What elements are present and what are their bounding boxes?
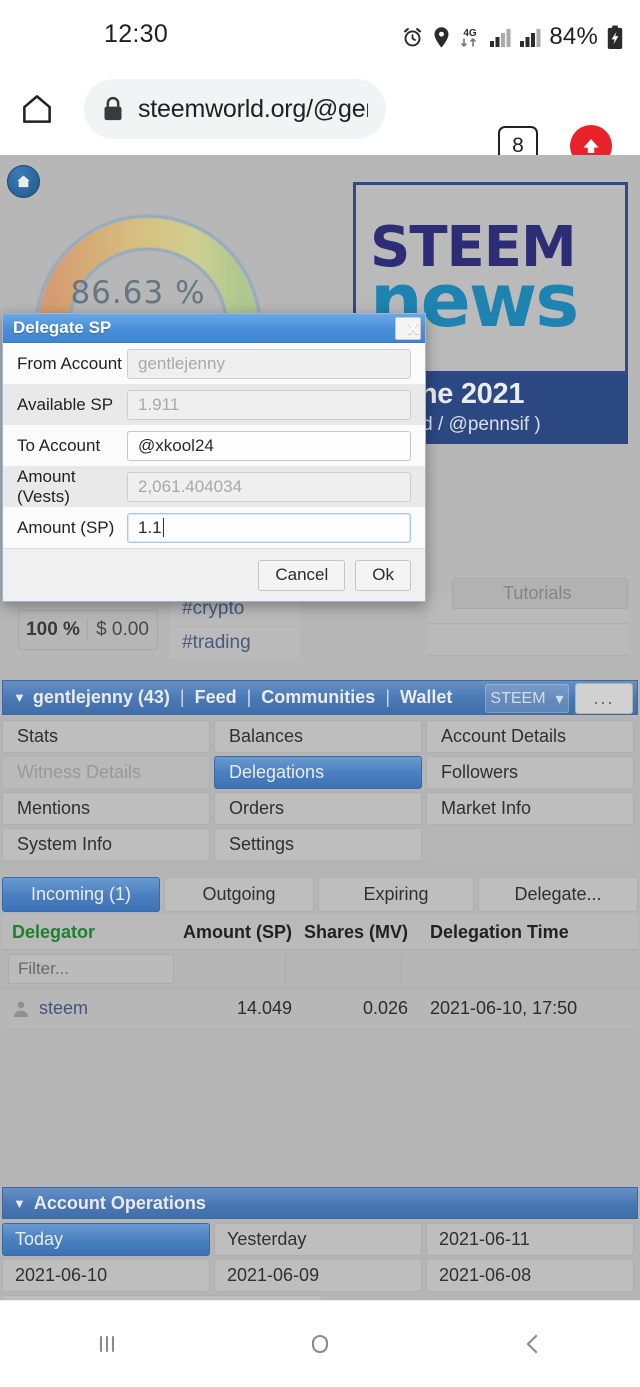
url-text: steemworld.org/@gentle xyxy=(138,94,368,123)
dialog-footer: Cancel Ok xyxy=(3,548,425,601)
battery-charging-icon xyxy=(607,24,623,49)
network-4g-icon: 4G xyxy=(461,28,478,47)
recents-icon[interactable] xyxy=(0,1329,213,1359)
dialog-row-available-sp: Available SP 1.911 xyxy=(3,384,425,425)
dialog-input-available-sp: 1.911 xyxy=(127,389,411,420)
dialog-input-amount-vests: 2,061.404034 xyxy=(127,471,411,502)
status-icons: 4G 84% xyxy=(401,22,624,52)
dialog-input-amount-sp[interactable]: 1.1 xyxy=(127,512,411,543)
alarm-icon xyxy=(404,27,422,46)
dialog-label: Available SP xyxy=(17,394,114,414)
dialog-label: Amount (SP) xyxy=(17,517,115,537)
lock-icon xyxy=(102,96,124,122)
dialog-input-value: gentlejenny xyxy=(138,353,225,373)
dialog-input-value: @xkool24 xyxy=(138,435,214,455)
android-status-bar: 12:30 4G 84% xyxy=(0,0,640,62)
web-page-viewport: 86.63 % STEEM news 1 June 2021 romoted /… xyxy=(0,155,640,1300)
dialog-input-value: 2,061.404034 xyxy=(138,476,242,496)
browser-toolbar: steemworld.org/@gentle 8 xyxy=(0,62,640,167)
ok-button[interactable]: Ok xyxy=(355,559,411,591)
close-icon[interactable]: X xyxy=(395,317,421,340)
dialog-input-to-account[interactable]: @xkool24 xyxy=(127,430,411,461)
back-chevron-icon[interactable] xyxy=(427,1329,640,1359)
dialog-label: From Account xyxy=(17,353,122,373)
dialog-row-amount-vests: Amount (Vests) 2,061.404034 xyxy=(3,466,425,507)
dialog-title-bar: Delegate SP X xyxy=(3,314,425,343)
dialog-row-to-account: To Account @xkool24 xyxy=(3,425,425,466)
close-label: X xyxy=(407,318,419,338)
dialog-row-amount-sp: Amount (SP) 1.1 xyxy=(3,507,425,548)
signal-bars-icon xyxy=(520,29,541,47)
text-cursor xyxy=(162,518,164,537)
svg-text:4G: 4G xyxy=(464,28,478,39)
dialog-label: Amount (Vests) xyxy=(17,466,76,506)
battery-percent: 84% xyxy=(549,23,598,50)
home-circle-icon[interactable] xyxy=(213,1329,426,1359)
dialog-title: Delegate SP xyxy=(13,318,112,337)
ok-label: Ok xyxy=(372,565,394,584)
status-clock: 12:30 xyxy=(104,20,169,48)
home-icon[interactable] xyxy=(14,86,60,132)
delegate-sp-dialog: Delegate SP X From Account gentlejenny Ava… xyxy=(2,313,426,602)
dialog-input-value: 1.1 xyxy=(138,517,162,537)
cancel-label: Cancel xyxy=(275,565,329,584)
cancel-button[interactable]: Cancel xyxy=(258,559,346,591)
dialog-row-from-account: From Account gentlejenny xyxy=(3,343,425,384)
android-nav-bar xyxy=(0,1300,640,1387)
dialog-form: From Account gentlejenny Available SP 1.911… xyxy=(3,343,425,548)
url-bar[interactable]: steemworld.org/@gentle xyxy=(84,79,386,139)
screen: 12:30 4G 84% steemworld.org/@ge 8 86.63 … xyxy=(0,0,640,1387)
dialog-input-value: 1.911 xyxy=(138,394,180,414)
dialog-label: To Account xyxy=(17,435,101,455)
signal-bars-icon xyxy=(490,29,511,47)
location-icon xyxy=(434,26,449,48)
dialog-input-from-account: gentlejenny xyxy=(127,348,411,379)
